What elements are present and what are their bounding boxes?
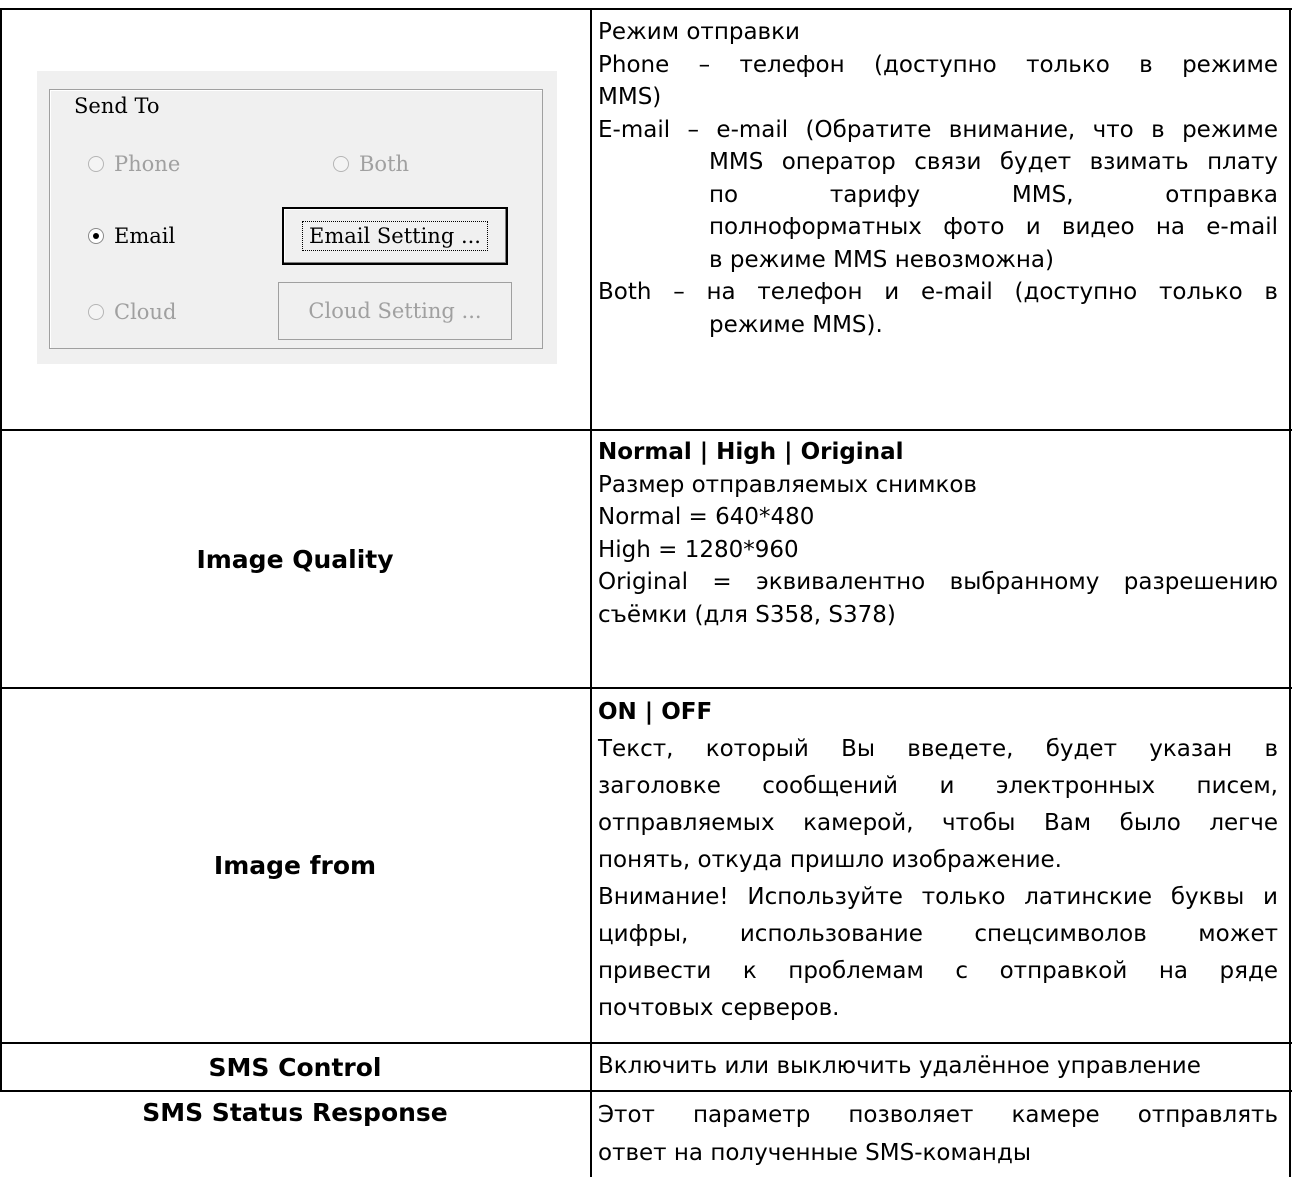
cloud-setting-label: Cloud Setting ... [308,299,482,323]
send-to-group-title: Send To [70,94,164,118]
image-from-label: Image from [213,851,377,880]
text-line: цифры, использование спецсимволов может [598,921,1278,947]
text-line: MMS) [598,84,662,110]
text-line: Размер отправляемых снимков [598,471,977,498]
send-to-description: Режим отправки Phone – телефон (доступно… [598,16,1278,341]
option-values: Normal | High | Original [598,439,904,465]
text-line: Включить или выключить удалённое управле… [598,1053,1201,1079]
text-line: привести к проблемам с отправкой на ряде [598,958,1278,984]
radio-cloud[interactable]: Cloud [88,300,176,324]
sms-status-response-label: SMS Status Response [142,1097,448,1127]
email-setting-label: Email Setting ... [302,221,488,251]
table-border-right [1289,8,1291,1177]
text-line: в режиме MMS невозможна) [709,246,1054,273]
image-quality-label: Image Quality [196,544,394,574]
radio-circle-icon [88,156,104,172]
text-line: Original = эквивалентно выбранному разре… [598,569,1278,595]
text-line: E-mail – e-mail (Обратите внимание, что … [598,116,1278,143]
table-border-top [0,8,1292,10]
email-setting-button[interactable]: Email Setting ... [282,207,508,265]
text-line: отправляемых камерой, чтобы Вам было лег… [598,810,1278,836]
text-line: Внимание! Используйте только латинские б… [598,884,1278,910]
text-line: Normal = 640*480 [598,504,815,530]
radio-email[interactable]: Email [88,224,175,248]
radio-phone-label: Phone [114,152,181,176]
sms-control-label: SMS Control [208,1052,382,1082]
text-line: MMS оператор связи будет взимать плату [709,149,1278,175]
send-to-dialog: Send To Phone Both Email Email Setting .… [37,71,557,364]
sms-control-description: Включить или выключить удалённое управле… [598,1050,1278,1083]
table-column-divider [590,8,592,1177]
text-line: Режим отправки [598,19,800,45]
radio-checked-icon [88,228,104,244]
radio-circle-icon [333,156,349,172]
settings-table: Send To Phone Both Email Email Setting .… [0,0,1292,1177]
text-line: ответ на полученные SMS-команды [598,1140,1032,1166]
radio-cloud-label: Cloud [114,300,177,324]
radio-phone[interactable]: Phone [88,152,180,176]
radio-circle-icon [88,304,104,320]
text-line: понять, откуда пришло изображение. [598,847,1062,873]
text-line: Текст, который Вы введете, будет указан … [598,736,1278,762]
sms-status-response-description: Этот параметр позволяет камере отправлят… [598,1096,1278,1172]
text-line: заголовке сообщений и электронных писем, [598,773,1278,799]
text-line: по тарифу MMS, отправка [709,181,1278,208]
text-line: Этот параметр позволяет камере отправлят… [598,1102,1278,1128]
option-values: ON | OFF [598,699,713,725]
text-line: полноформатных фото и видео на e-mail [709,214,1278,240]
text-line: Phone – телефон (доступно только в режим… [598,51,1278,78]
radio-email-label: Email [114,224,176,248]
send-to-groupbox: Send To Phone Both Email Email Setting .… [49,89,543,349]
text-line: режиме MMS). [709,311,883,338]
radio-both[interactable]: Both [333,152,409,176]
radio-both-label: Both [359,152,410,176]
image-from-description: ON | OFF Текст, который Вы введете, буде… [598,694,1278,1027]
image-quality-description: Normal | High | Original Размер отправля… [598,436,1278,631]
text-line: съёмки (для S358, S378) [598,601,896,628]
text-line: High = 1280*960 [598,536,799,563]
table-border-left [0,8,2,430]
text-line: почтовых серверов. [598,995,840,1021]
cloud-setting-button[interactable]: Cloud Setting ... [278,282,512,340]
text-line: Both – на телефон и e-mail (доступно тол… [598,279,1278,305]
